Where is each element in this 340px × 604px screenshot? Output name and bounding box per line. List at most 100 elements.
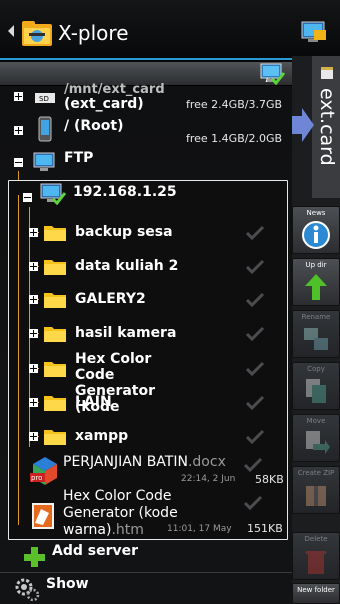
up-dir-label: Up dir <box>305 261 327 269</box>
xplore-logo-icon <box>22 21 52 46</box>
expand-icon[interactable] <box>29 295 38 304</box>
title-bar: X-plore <box>0 0 340 62</box>
news-label: News <box>306 209 326 217</box>
tree-item-ftp[interactable]: FTP <box>0 148 292 178</box>
ext-card-path: /mnt/ext_card <box>64 82 165 97</box>
move-button[interactable]: Move <box>292 414 340 462</box>
folder-icon <box>44 327 66 342</box>
folder-name: LAIN <box>75 394 112 410</box>
gears-icon <box>15 578 40 602</box>
sd-card-icon: SD <box>35 93 55 103</box>
expand-icon[interactable] <box>29 432 38 441</box>
show-label: Show <box>46 576 89 592</box>
server-connected-icon <box>40 183 67 205</box>
back-icon[interactable] <box>8 25 14 37</box>
collapse-icon[interactable] <box>23 193 32 202</box>
ext-card-label: (ext_card) <box>64 96 144 112</box>
folder-icon <box>44 430 66 445</box>
folder-row[interactable]: hasil kamera <box>9 320 287 348</box>
copy-button[interactable]: Copy <box>292 362 340 410</box>
copy-label: Copy <box>307 365 325 373</box>
pro-badge: pro <box>31 474 42 482</box>
server-address: 192.168.1.25 <box>73 184 177 200</box>
file-row[interactable]: pro PERJANJIAN BATIN.docx 22:14, 2 Jun 5… <box>9 453 287 489</box>
zip-icon <box>306 486 326 506</box>
delete-button[interactable]: Delete <box>292 532 340 580</box>
tree-item-root[interactable]: / (Root) free 1.4GB/2.0GB <box>0 116 292 150</box>
folder-row[interactable]: data kuliah 2 <box>9 253 287 281</box>
ftp-computer-icon <box>33 152 55 171</box>
move-label: Move <box>306 417 326 425</box>
bottom-actions: Add server Show <box>0 540 292 604</box>
root-free-space: free 1.4GB/2.0GB <box>186 132 283 145</box>
expand-icon[interactable] <box>29 364 38 373</box>
rename-label: Rename <box>301 313 331 321</box>
folder-row[interactable]: Hex Color Code Generator (kode <box>9 351 287 415</box>
checkmark-icon[interactable] <box>245 326 265 342</box>
folder-icon <box>44 260 66 275</box>
info-icon <box>302 221 330 249</box>
expand-icon[interactable] <box>29 329 38 338</box>
new-folder-label: New folder <box>297 586 335 594</box>
folder-name: GALERY2 <box>75 291 146 307</box>
folder-name: hasil kamera <box>75 325 177 341</box>
app-title: X-plore <box>58 21 129 45</box>
ext-card-pane-tab[interactable]: ext.card <box>312 56 340 198</box>
checkmark-icon[interactable] <box>245 259 265 275</box>
ext-card-free-space: free 2.4GB/3.7GB <box>186 98 283 111</box>
expand-icon[interactable] <box>14 126 23 135</box>
htm-file-icon <box>32 503 54 529</box>
expand-icon[interactable] <box>29 228 38 237</box>
file-name: PERJANJIAN BATIN.docx <box>63 454 226 470</box>
plus-icon <box>24 547 45 567</box>
folder-row[interactable]: LAIN <box>9 389 287 417</box>
rename-button[interactable]: Rename <box>292 310 340 358</box>
folder-icon <box>44 362 66 377</box>
docx-file-icon: pro <box>30 457 57 485</box>
folder-row[interactable]: backup sesa <box>9 219 287 247</box>
file-extension: .htm <box>111 522 144 538</box>
root-label: / (Root) <box>64 118 124 134</box>
file-row[interactable]: Hex Color Code Generator (kode warna).ht… <box>9 487 287 538</box>
create-zip-button[interactable]: Create ZIP <box>292 466 340 514</box>
svg-text:SD: SD <box>39 95 49 103</box>
ftp-label: FTP <box>64 150 94 166</box>
checkmark-icon[interactable] <box>245 429 265 445</box>
expand-icon[interactable] <box>29 398 38 407</box>
computer-icon[interactable] <box>300 18 328 46</box>
pane-tab-label: ext.card <box>316 88 338 166</box>
ftp-server-panel: 192.168.1.25 backup sesa data kuliah 2 G… <box>8 180 288 540</box>
checkmark-icon[interactable] <box>243 495 263 511</box>
expand-icon[interactable] <box>29 262 38 271</box>
up-dir-button[interactable]: Up dir <box>292 258 340 306</box>
app-window: X-plore / SD /mnt/ext_card (ext_card) fr… <box>0 0 340 604</box>
delete-label: Delete <box>304 535 328 543</box>
expand-icon[interactable] <box>14 92 23 101</box>
file-base-name: PERJANJIAN BATIN <box>63 454 188 470</box>
news-button[interactable]: News <box>292 206 340 254</box>
network-drive-icon <box>260 63 286 86</box>
folder-name: backup sesa <box>75 224 173 240</box>
show-button[interactable]: Show <box>0 573 292 604</box>
switch-pane-arrow-icon[interactable] <box>292 108 314 142</box>
phone-icon <box>38 116 52 142</box>
rename-icon <box>304 328 328 350</box>
tree-item-server[interactable]: 192.168.1.25 <box>9 181 287 209</box>
checkmark-icon[interactable] <box>243 457 263 473</box>
copy-icon <box>306 379 326 403</box>
checkmark-icon[interactable] <box>245 395 265 411</box>
up-arrow-icon <box>305 274 327 300</box>
folder-icon <box>44 396 66 411</box>
folder-icon <box>44 293 66 308</box>
add-server-label: Add server <box>52 543 139 559</box>
new-folder-button[interactable]: New folder <box>292 583 340 604</box>
file-size: 151KB <box>247 522 283 535</box>
folder-row[interactable]: GALERY2 <box>9 286 287 314</box>
add-server-button[interactable]: Add server <box>0 540 292 572</box>
checkmark-icon[interactable] <box>245 292 265 308</box>
folder-row[interactable]: xampp <box>9 423 287 451</box>
checkmark-icon[interactable] <box>245 361 265 377</box>
file-date: 11:01, 17 May <box>167 524 232 534</box>
checkmark-icon[interactable] <box>245 225 265 241</box>
collapse-icon[interactable] <box>14 158 23 167</box>
